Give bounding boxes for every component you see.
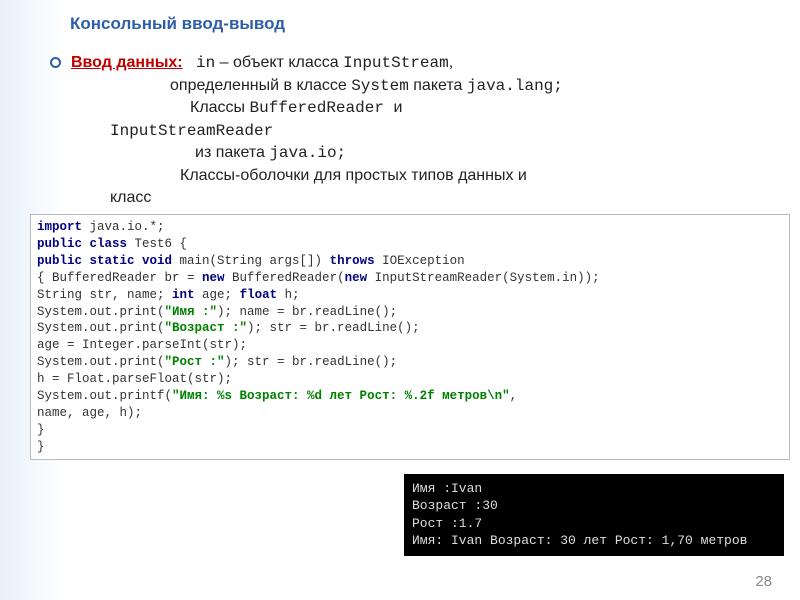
- console-output: Имя :Ivan Возраст :30 Рост :1.7 Имя: Iva…: [404, 474, 784, 556]
- kw-psv: public static void: [37, 254, 180, 268]
- code-text: ); name = br.readLine();: [217, 305, 397, 319]
- text-line: класс: [110, 187, 770, 209]
- kw-new: new: [202, 271, 232, 285]
- code-system: System: [351, 77, 409, 95]
- text-line: определенный в классе System пакета java…: [170, 75, 770, 98]
- text: определенный в классе: [170, 77, 351, 94]
- str-literal: "Рост :": [165, 355, 225, 369]
- code-text: System.out.print(: [37, 321, 165, 335]
- code-bufferedreader: BufferedReader: [250, 99, 394, 117]
- text: Классы: [190, 99, 250, 116]
- slide: Консольный ввод-вывод Ввод данных: in – …: [0, 0, 800, 600]
- code-text: String str, name;: [37, 288, 172, 302]
- code-text: System.out.print(: [37, 355, 165, 369]
- bullet-item: Ввод данных: in – объект класса InputStr…: [50, 52, 770, 75]
- text: Классы-оболочки для простых типов данных…: [180, 167, 527, 184]
- input-heading: Ввод данных:: [71, 54, 183, 71]
- text-line: Классы-оболочки для простых типов данных…: [180, 165, 770, 187]
- kw-throws: throws: [330, 254, 383, 268]
- code-text: Test6 {: [135, 237, 188, 251]
- kw-float: float: [240, 288, 285, 302]
- bullet-text: Ввод данных: in – объект класса InputStr…: [71, 52, 453, 75]
- text-line: InputStreamReader: [110, 120, 770, 143]
- bullet-icon: [50, 57, 61, 68]
- code-javaio: java.io;: [269, 144, 346, 162]
- kw-public-class: public class: [37, 237, 135, 251]
- text: и: [394, 99, 403, 116]
- code-text: h;: [285, 288, 300, 302]
- code-text: ); str = br.readLine();: [247, 321, 420, 335]
- kw-int: int: [172, 288, 202, 302]
- text: – объект класса: [215, 54, 343, 71]
- str-literal: "Имя: %s Возраст: %d лет Рост: %.2f метр…: [172, 389, 510, 403]
- code-text: h = Float.parseFloat(str);: [37, 372, 232, 386]
- page-number: 28: [755, 573, 772, 590]
- text: класс: [110, 189, 151, 206]
- code-text: java.io.*;: [82, 220, 165, 234]
- code-text: name, age, h);: [37, 406, 142, 420]
- code-text: age;: [202, 288, 240, 302]
- code-in: in: [196, 54, 215, 72]
- text: пакета: [409, 77, 467, 94]
- code-text: { BufferedReader br =: [37, 271, 202, 285]
- code-text: ); str = br.readLine();: [225, 355, 398, 369]
- code-text: System.out.printf(: [37, 389, 172, 403]
- kw-import: import: [37, 220, 82, 234]
- str-literal: "Возраст :": [165, 321, 248, 335]
- code-javalang: java.lang;: [467, 77, 563, 95]
- code-text: BufferedReader(: [232, 271, 345, 285]
- code-text: age = Integer.parseInt(str);: [37, 338, 247, 352]
- str-literal: "Имя :": [165, 305, 218, 319]
- code-text: ,: [510, 389, 518, 403]
- text: из пакета: [195, 144, 269, 161]
- code-text: }: [37, 440, 45, 454]
- code-text: IOException: [382, 254, 465, 268]
- code-text: }: [37, 423, 45, 437]
- kw-new: new: [345, 271, 375, 285]
- code-inputstreamreader: InputStreamReader: [110, 122, 273, 140]
- text: ,: [449, 54, 453, 71]
- code-inputstream: InputStream: [343, 54, 449, 72]
- code-editor: import java.io.*; public class Test6 { p…: [30, 214, 790, 460]
- text-line: Классы BufferedReader и: [190, 97, 770, 120]
- code-text: System.out.print(: [37, 305, 165, 319]
- slide-body: Ввод данных: in – объект класса InputStr…: [50, 52, 770, 460]
- code-text: main(String args[]): [180, 254, 330, 268]
- code-text: InputStreamReader(System.in));: [375, 271, 600, 285]
- slide-title: Консольный ввод-вывод: [70, 14, 770, 34]
- text-line: из пакета java.io;: [195, 142, 770, 165]
